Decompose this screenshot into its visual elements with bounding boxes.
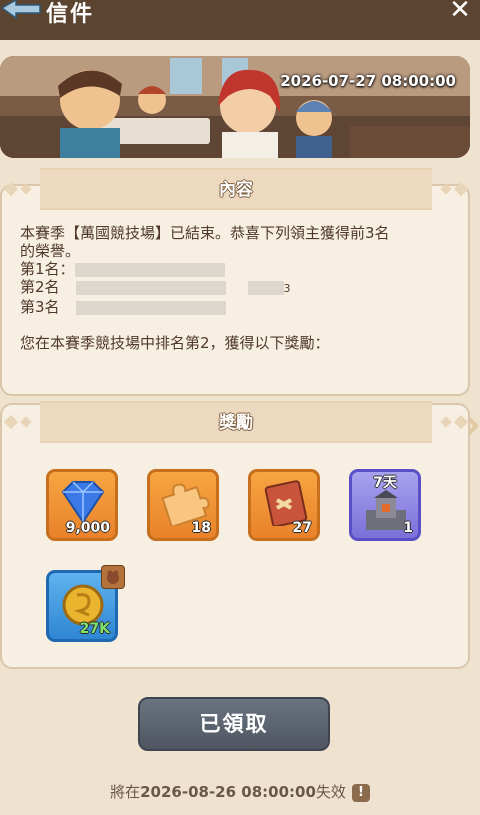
rank-2-suffix: 3 bbox=[283, 282, 291, 295]
letter-line: 的榮譽。 bbox=[20, 242, 81, 260]
expire-date: 2026-08-26 08:00:00 bbox=[140, 783, 316, 801]
page-title: 信件 bbox=[46, 2, 95, 27]
expire-notice: 將在2026-08-26 08:00:00失效! bbox=[0, 781, 480, 802]
content-title: 內容 bbox=[219, 180, 253, 200]
close-icon[interactable]: ✕ bbox=[448, 0, 472, 23]
rank-1-row: 第1名： bbox=[20, 260, 450, 278]
rank-2-label: 第2名 bbox=[20, 278, 60, 296]
letter-body: 本賽季【萬國競技場】已結束。恭喜下列領主獲得前3名 的榮譽。 第1名： 第2名 3… bbox=[20, 224, 450, 352]
redacted-name bbox=[75, 300, 226, 315]
rewards-title: 獎勵 bbox=[219, 413, 253, 433]
redacted-name bbox=[247, 280, 284, 295]
header-ornament bbox=[3, 181, 19, 197]
content-header: 內容 bbox=[3, 168, 469, 210]
header-ornament bbox=[440, 416, 452, 428]
reward-count: 18 bbox=[191, 520, 211, 536]
reward-count: 9,000 bbox=[65, 520, 110, 536]
reward-count: 1 bbox=[403, 520, 413, 536]
puzzle-piece-icon bbox=[161, 483, 210, 526]
rank-1-label: 第1名： bbox=[20, 260, 75, 278]
expire-suffix: 失效 bbox=[315, 783, 346, 801]
header-ornament bbox=[3, 414, 19, 430]
header-ornament bbox=[20, 416, 32, 428]
banner-date: 2026-07-27 08:00:00 bbox=[280, 72, 456, 90]
reward-item-puzzle[interactable]: 18 bbox=[147, 469, 219, 541]
event-banner: 2026-07-27 08:00:00 bbox=[0, 56, 470, 158]
reward-count: 27K bbox=[79, 621, 110, 637]
header-ornament bbox=[453, 414, 469, 430]
rewards-panel: 獎勵 9,000 18 27 7天 1 27K bbox=[0, 401, 470, 669]
header-ornament bbox=[20, 183, 32, 195]
expire-prefix: 將在 bbox=[110, 783, 141, 801]
reward-item-diamond[interactable]: 9,000 bbox=[46, 469, 118, 541]
redacted-name bbox=[74, 262, 225, 277]
reward-count: 27 bbox=[292, 520, 312, 536]
header-ornament bbox=[440, 183, 452, 195]
redacted-name bbox=[75, 280, 226, 295]
reward-item-castle-skin[interactable]: 7天 1 bbox=[349, 469, 421, 541]
letter-line: 本賽季【萬國競技場】已結束。恭喜下列領主獲得前3名 bbox=[20, 224, 390, 242]
back-arrow-icon[interactable] bbox=[0, 0, 44, 22]
rank-result-line: 您在本賽季競技場中排名第2，獲得以下獎勵： bbox=[20, 334, 330, 352]
top-bar: 信件 ✕ bbox=[0, 0, 480, 40]
content-panel: 內容 本賽季【萬國競技場】已結束。恭喜下列領主獲得前3名 的榮譽。 第1名： 第… bbox=[0, 168, 470, 396]
rank-3-row: 第3名 bbox=[20, 298, 450, 316]
rewards-header: 獎勵 bbox=[3, 401, 469, 443]
reward-item-scroll-book[interactable]: 27 bbox=[248, 469, 320, 541]
owner-badge-icon bbox=[101, 565, 125, 589]
diamond-icon bbox=[61, 481, 105, 524]
info-icon[interactable]: ! bbox=[351, 784, 370, 802]
scroll-book-icon bbox=[264, 480, 308, 526]
header-ornament bbox=[453, 181, 469, 197]
rank-2-row: 第2名 3 bbox=[20, 278, 450, 298]
rank-3-label: 第3名 bbox=[20, 298, 60, 316]
claimed-button[interactable]: 已領取 bbox=[138, 697, 330, 751]
